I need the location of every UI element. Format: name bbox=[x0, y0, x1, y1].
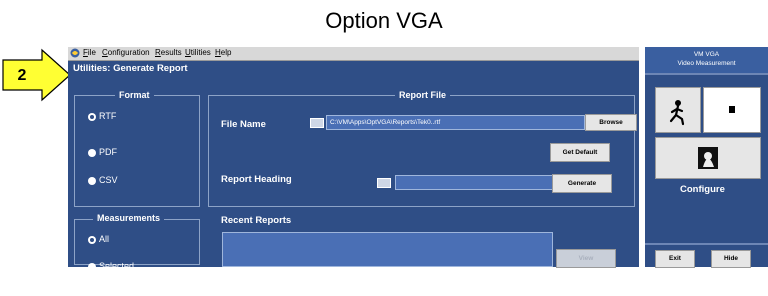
menu-file[interactable]: File bbox=[83, 48, 96, 57]
hide-button[interactable]: Hide bbox=[711, 250, 751, 268]
report-heading-label: Report Heading bbox=[221, 174, 292, 185]
side-subtitle: Video Measurement bbox=[677, 60, 736, 67]
app-logo-icon bbox=[70, 48, 80, 58]
menu-bar: File Configuration Results Utilities Hel… bbox=[68, 47, 639, 61]
callout-arrow: 2 bbox=[2, 48, 71, 102]
configure-icon bbox=[698, 147, 718, 169]
view-button[interactable]: View bbox=[556, 249, 616, 268]
side-title: VM VGA bbox=[693, 51, 720, 58]
callout-number: 2 bbox=[18, 67, 27, 84]
browse-button[interactable]: Browse bbox=[585, 114, 637, 131]
format-heading: Format bbox=[115, 90, 154, 100]
get-default-button[interactable]: Get Default bbox=[550, 143, 610, 162]
measurements-heading: Measurements bbox=[93, 213, 165, 223]
side-divider-bottom bbox=[645, 243, 768, 245]
run-button[interactable] bbox=[655, 87, 701, 133]
stop-button[interactable] bbox=[703, 87, 761, 133]
file-name-label: File Name bbox=[221, 119, 266, 130]
side-header: VM VGA Video Measurement bbox=[645, 47, 768, 73]
measurements-selected-label: Selected bbox=[99, 261, 135, 271]
exit-button[interactable]: Exit bbox=[655, 250, 695, 268]
format-pdf-label: PDF bbox=[99, 147, 117, 157]
format-csv-label: CSV bbox=[99, 175, 118, 185]
file-name-checkbox[interactable] bbox=[310, 118, 324, 128]
stop-icon bbox=[729, 106, 735, 113]
format-rtf-label: RTF bbox=[99, 111, 117, 121]
menu-utilities[interactable]: Utilities bbox=[185, 48, 211, 57]
menu-configuration[interactable]: Configuration bbox=[102, 48, 150, 57]
generate-button[interactable]: Generate bbox=[552, 174, 612, 193]
report-heading-field[interactable] bbox=[395, 175, 554, 190]
file-name-field[interactable]: C:\VM\Apps\OptVGA\Reports\Tek0..rtf bbox=[326, 115, 585, 130]
format-csv-radio[interactable] bbox=[88, 177, 96, 185]
side-divider-top bbox=[645, 73, 768, 75]
report-file-heading: Report File bbox=[395, 90, 451, 100]
configure-button[interactable] bbox=[655, 137, 761, 179]
format-rtf-radio[interactable] bbox=[88, 113, 96, 121]
report-heading-checkbox[interactable] bbox=[377, 178, 391, 188]
utilities-title: Utilities: Generate Report bbox=[73, 63, 188, 74]
menu-help[interactable]: Help bbox=[215, 48, 231, 57]
recent-reports-label: Recent Reports bbox=[221, 215, 292, 226]
recent-reports-list[interactable] bbox=[222, 232, 553, 267]
running-figure-icon bbox=[669, 100, 685, 126]
menu-results[interactable]: Results bbox=[155, 48, 182, 57]
measurements-selected-radio[interactable] bbox=[88, 263, 96, 271]
side-panel: VM VGA Video Measurement Configure Exit … bbox=[645, 47, 768, 268]
format-pdf-radio[interactable] bbox=[88, 149, 96, 157]
measurements-all-radio[interactable] bbox=[88, 236, 96, 244]
page-title: Option VGA bbox=[325, 8, 443, 33]
report-window: File Configuration Results Utilities Hel… bbox=[68, 47, 639, 271]
measurements-all-label: All bbox=[99, 234, 110, 244]
configure-label: Configure bbox=[680, 184, 725, 195]
